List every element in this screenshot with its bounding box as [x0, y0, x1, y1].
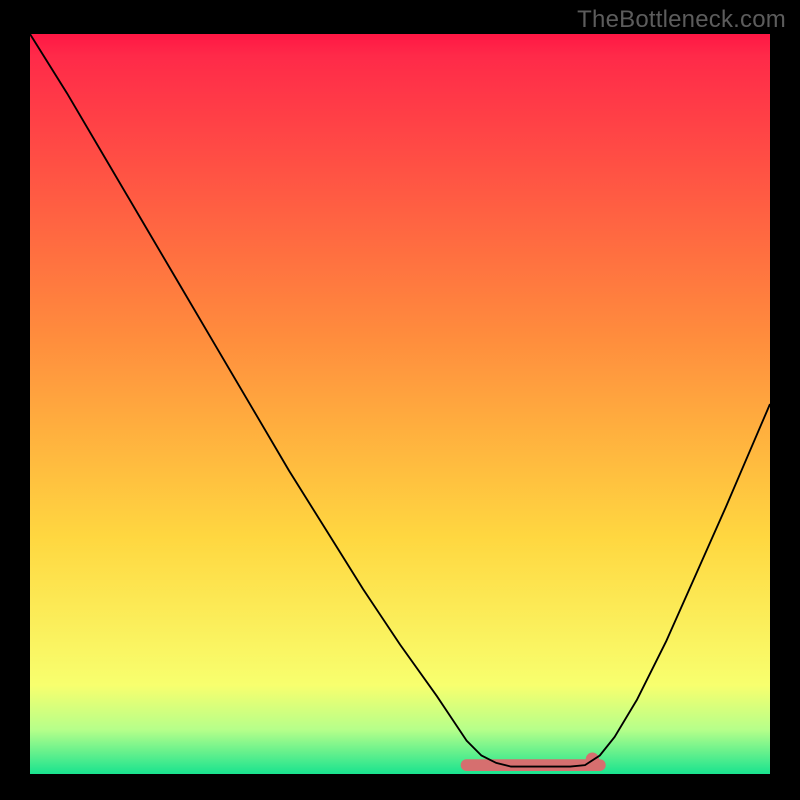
gradient-background: [30, 34, 770, 774]
plot-svg: [30, 34, 770, 774]
bottleneck-plot: [30, 34, 770, 774]
chart-container: TheBottleneck.com: [0, 0, 800, 800]
watermark-text: TheBottleneck.com: [577, 6, 786, 34]
